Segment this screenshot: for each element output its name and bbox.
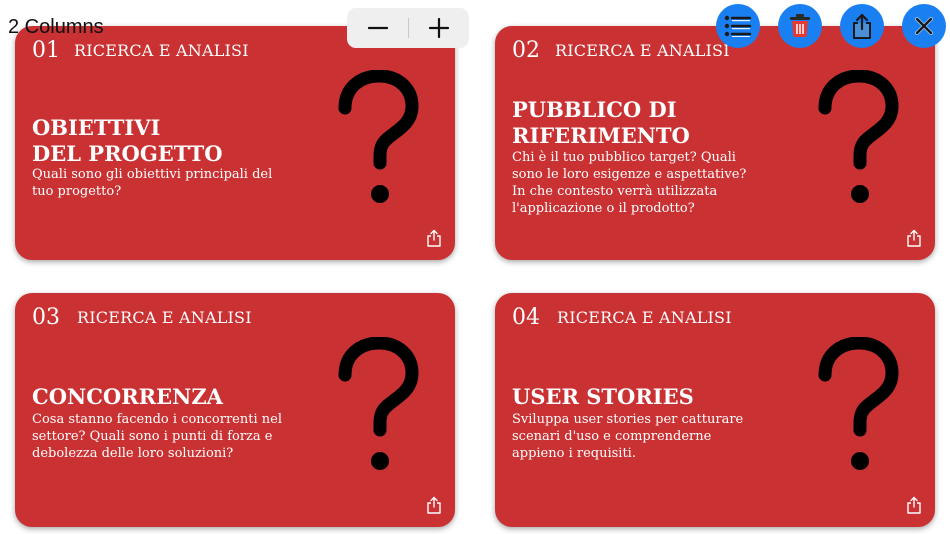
close-icon [915,17,933,35]
question-mark-icon [338,70,419,203]
card-obiettivi[interactable]: 01 RICERCA E ANALISI OBIETTIVI DEL PROGE… [15,26,455,260]
columns-stepper [347,8,469,48]
card-description: Cosa stanno facendo i concorrenti nel se… [32,412,282,461]
increment-button[interactable] [408,8,469,48]
plus-icon [428,18,449,38]
stepper-divider [408,18,409,38]
card-number: 03 [32,305,60,330]
share-icon[interactable] [426,496,442,514]
card-pubblico[interactable]: 02 RICERCA E ANALISI PUBBLICO DI RIFERIM… [495,26,935,260]
close-button[interactable] [902,4,946,48]
card-description: Quali sono gli obiettivi principali del … [32,167,273,199]
card-title-line: DEL PROGETTO [32,141,223,166]
card-number: 04 [512,305,540,330]
card-concorrenza[interactable]: 03 RICERCA E ANALISI CONCORRENZA Cosa st… [15,293,455,527]
question-mark-icon [818,70,899,203]
card-title: USER STORIES [512,384,772,410]
question-mark-icon [818,337,899,470]
card-title: OBIETTIVI DEL PROGETTO [32,115,292,167]
share-icon[interactable] [906,496,922,514]
share-icon[interactable] [906,229,922,247]
card-title: CONCORRENZA [32,384,292,410]
card-title-line: USER STORIES [512,384,694,409]
delete-button[interactable] [778,4,822,48]
trash-icon [790,14,810,37]
share-icon [853,13,871,39]
question-mark-icon [338,337,419,470]
decrement-button[interactable] [347,8,408,48]
minus-icon [367,26,388,30]
card-number: 01 [32,38,60,63]
share-icon[interactable] [426,229,442,247]
card-category: RICERCA E ANALISI [557,308,732,327]
card-category: RICERCA E ANALISI [555,41,730,60]
card-category: RICERCA E ANALISI [77,308,252,327]
card-title-line: CONCORRENZA [32,384,223,409]
card-category: RICERCA E ANALISI [74,41,249,60]
list-icon [724,15,752,37]
card-description: Sviluppa user stories per catturare scen… [512,412,744,461]
columns-label: 2 Columns [8,16,104,38]
card-title-line: OBIETTIVI [32,115,161,140]
card-user-stories[interactable]: 04 RICERCA E ANALISI USER STORIES Svilup… [495,293,935,527]
card-description: Chi è il tuo pubblico target? Quali sono… [512,150,747,216]
card-title: PUBBLICO DI RIFERIMENTO [512,97,772,149]
card-title-line: PUBBLICO DI [512,97,677,122]
share-all-button[interactable] [840,4,884,48]
list-button[interactable] [716,4,760,48]
card-number: 02 [512,38,540,63]
card-title-line: RIFERIMENTO [512,123,690,148]
